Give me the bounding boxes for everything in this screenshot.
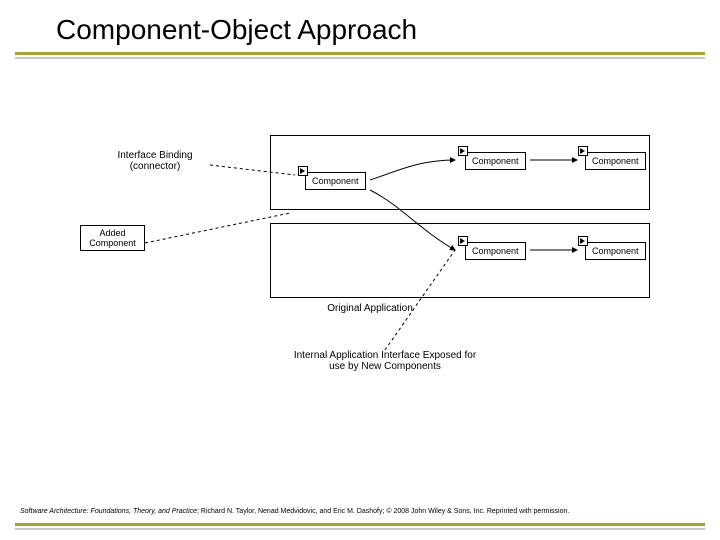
component-port xyxy=(458,146,468,156)
original-app-label: Original Application xyxy=(300,303,440,314)
component-box: Component xyxy=(305,172,366,190)
interface-binding-label: Interface Binding (connector) xyxy=(100,150,210,172)
component-box: Component xyxy=(465,242,526,260)
added-component-box: Added Component xyxy=(80,225,145,251)
component-port xyxy=(298,166,308,176)
component-box: Component xyxy=(465,152,526,170)
top-rule xyxy=(15,52,705,59)
slide-title: Component-Object Approach xyxy=(56,14,417,46)
component-port xyxy=(578,236,588,246)
exposed-interface-label: Internal Application Interface Exposed f… xyxy=(260,350,510,372)
footer-citation: Software Architecture: Foundations, Theo… xyxy=(20,508,700,515)
component-box: Component xyxy=(585,242,646,260)
component-port xyxy=(458,236,468,246)
component-port xyxy=(578,146,588,156)
component-box: Component xyxy=(585,152,646,170)
bottom-rule xyxy=(15,523,705,530)
